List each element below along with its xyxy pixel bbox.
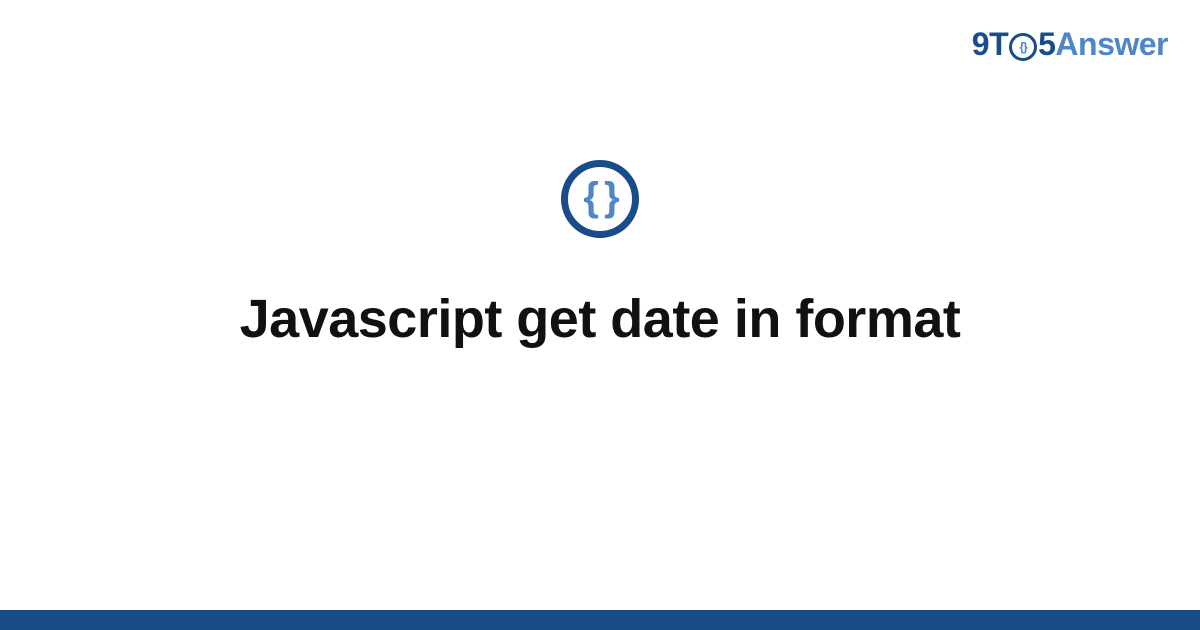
logo-text-answer: Answer [1055,26,1168,63]
logo-braces-icon: {} [1019,41,1026,53]
logo-ring-icon: {} [1009,33,1037,61]
page-title: Javascript get date in format [0,288,1200,350]
logo-text-9t: 9T [972,26,1008,63]
logo-o-icon: {} [1009,31,1037,59]
braces-glyph: { } [583,177,616,217]
code-braces-icon: { } [561,160,639,238]
site-logo: 9T {} 5 Answer [972,26,1168,63]
bottom-accent-bar [0,610,1200,630]
logo-text-5: 5 [1038,26,1055,63]
